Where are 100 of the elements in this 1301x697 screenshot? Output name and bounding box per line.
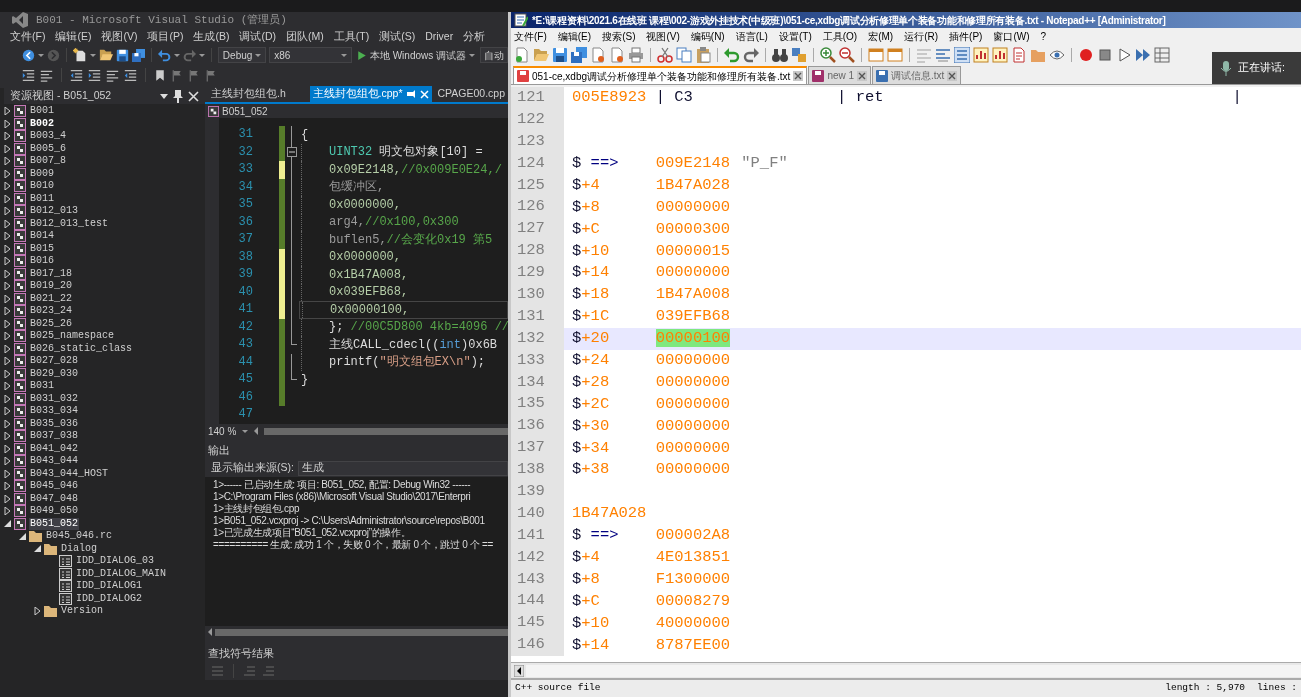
menu-item[interactable]: 宏(M) — [868, 28, 894, 44]
menu-item[interactable]: 文件(F) — [10, 28, 46, 45]
back-icon[interactable] — [22, 48, 35, 62]
expander-icon[interactable] — [4, 107, 11, 116]
expander-icon[interactable] — [4, 357, 11, 366]
expander-icon[interactable] — [4, 419, 11, 428]
tree-item[interactable]: B041_042 — [29, 442, 79, 455]
expander-icon[interactable] — [4, 444, 11, 453]
tree-item[interactable]: B026_static_class — [29, 342, 134, 355]
menu-item[interactable]: 编辑(E) — [55, 28, 92, 45]
menu-item[interactable]: 团队(M) — [286, 28, 324, 45]
pin-icon[interactable] — [407, 90, 416, 98]
menu-item[interactable]: 生成(B) — [193, 28, 230, 45]
zoom-in-icon[interactable] — [820, 46, 836, 63]
scissors-icon[interactable] — [657, 46, 673, 63]
menu-item[interactable]: 插件(P) — [949, 28, 983, 44]
scrollbar-thumb[interactable] — [264, 427, 508, 435]
menu-item[interactable]: 调试(D) — [239, 28, 276, 45]
printer-icon[interactable] — [628, 46, 644, 63]
document-chart-icon[interactable] — [992, 46, 1008, 63]
expander-icon[interactable] — [4, 294, 11, 303]
expander-icon[interactable] — [4, 482, 11, 491]
undo-arrow-icon[interactable] — [724, 46, 740, 63]
replace-icon[interactable] — [791, 46, 807, 63]
expander-icon[interactable] — [4, 407, 11, 416]
menu-item[interactable]: 搜索(S) — [602, 28, 636, 44]
open-folder-icon[interactable] — [98, 48, 113, 62]
menu-item[interactable]: 视图(V) — [101, 28, 138, 45]
menu-item[interactable]: 语言(L) — [735, 28, 768, 44]
caret-icon[interactable] — [173, 53, 180, 57]
expander-icon[interactable] — [4, 507, 11, 516]
tree-item[interactable]: IDD_DIALOG_03 — [75, 555, 155, 568]
file-tab[interactable]: 调试信息.txt — [872, 66, 962, 84]
record-icon[interactable] — [1078, 46, 1094, 63]
tree-item[interactable]: B019_20 — [29, 280, 73, 293]
tree-item[interactable]: B027_028 — [29, 355, 79, 368]
redo-icon[interactable] — [182, 48, 196, 62]
bookmark-icon[interactable] — [154, 68, 166, 82]
tree-item[interactable]: B002 — [29, 117, 55, 130]
flag-icon[interactable] — [205, 68, 217, 82]
menu-item[interactable]: 窗口(W) — [993, 28, 1030, 44]
outdent-icon[interactable] — [124, 68, 137, 82]
lines-icon[interactable] — [106, 68, 119, 82]
tree-item[interactable]: B043_044_HOST — [29, 467, 109, 480]
tree-item[interactable]: B037_038 — [29, 430, 79, 443]
menu-item[interactable]: ? — [1040, 28, 1047, 44]
outdent-icon[interactable] — [70, 68, 83, 82]
window-icon[interactable] — [887, 46, 903, 63]
binoculars-icon[interactable] — [772, 46, 788, 63]
tree-item[interactable]: B035_036 — [29, 417, 79, 430]
scope-dropdown[interactable]: B051_052 — [208, 103, 268, 119]
expander-icon[interactable] — [4, 169, 11, 178]
tree-item[interactable]: B010 — [29, 180, 55, 193]
tree-item[interactable]: B012_013 — [29, 205, 79, 218]
undo-icon[interactable] — [157, 48, 171, 62]
scroll-left-icon[interactable] — [514, 664, 524, 677]
expander-icon[interactable] — [4, 382, 11, 391]
caret-icon[interactable] — [340, 53, 347, 57]
zoom-out-icon[interactable] — [839, 46, 855, 63]
tree-item[interactable]: B043_044 — [29, 455, 79, 468]
expander-icon[interactable] — [4, 269, 11, 278]
caret-icon[interactable] — [469, 53, 475, 57]
caret-icon[interactable] — [255, 53, 262, 57]
tree-item[interactable]: B031 — [29, 380, 55, 393]
tree-item[interactable]: B021_22 — [29, 292, 73, 305]
expander-icon[interactable] — [4, 494, 11, 503]
floppy-disks-icon[interactable] — [131, 48, 145, 62]
expander-icon[interactable] — [4, 232, 11, 241]
close-icon[interactable] — [947, 70, 958, 81]
zoom-dropdown[interactable]: 140 % — [208, 423, 249, 439]
tree-item[interactable]: B014 — [29, 230, 55, 243]
flag-icon[interactable] — [188, 68, 200, 82]
fast-forward-icon[interactable] — [1135, 46, 1151, 63]
tree-item[interactable]: B047_048 — [29, 492, 79, 505]
scrollbar-thumb[interactable] — [215, 628, 508, 636]
tree-item[interactable]: B045_046.rc — [45, 530, 113, 543]
tree-item[interactable]: B009 — [29, 167, 55, 180]
expander-icon[interactable] — [4, 520, 11, 528]
expander-icon[interactable] — [4, 119, 11, 128]
close-icon[interactable] — [793, 71, 804, 81]
caret-icon[interactable] — [242, 429, 249, 433]
tree-item[interactable]: Version — [60, 605, 104, 618]
platform-dropdown[interactable]: x86 — [269, 47, 352, 63]
menu-item[interactable]: 设置(T) — [778, 28, 812, 44]
pin-icon[interactable] — [173, 89, 183, 103]
menu-item[interactable]: 工具(T) — [333, 28, 370, 45]
tree-item[interactable]: B049_050 — [29, 505, 79, 518]
tree-item[interactable]: B025_namespace — [29, 330, 115, 343]
expander-icon[interactable] — [4, 319, 11, 328]
lines-icon[interactable] — [40, 68, 53, 82]
expander-icon[interactable] — [4, 282, 11, 291]
menu-item[interactable]: 项目(P) — [147, 28, 184, 45]
indent-icon[interactable] — [22, 68, 35, 82]
tree-item[interactable]: B029_030 — [29, 367, 79, 380]
play-icon[interactable] — [1116, 46, 1132, 63]
expander-icon[interactable] — [4, 307, 11, 316]
pilcrow-lines-icon[interactable] — [935, 46, 951, 63]
menu-item[interactable]: 分析 — [463, 28, 486, 45]
editor-tab[interactable]: 主线封包组包.h — [208, 86, 308, 102]
output-source-dropdown[interactable]: 生成 — [297, 460, 508, 476]
